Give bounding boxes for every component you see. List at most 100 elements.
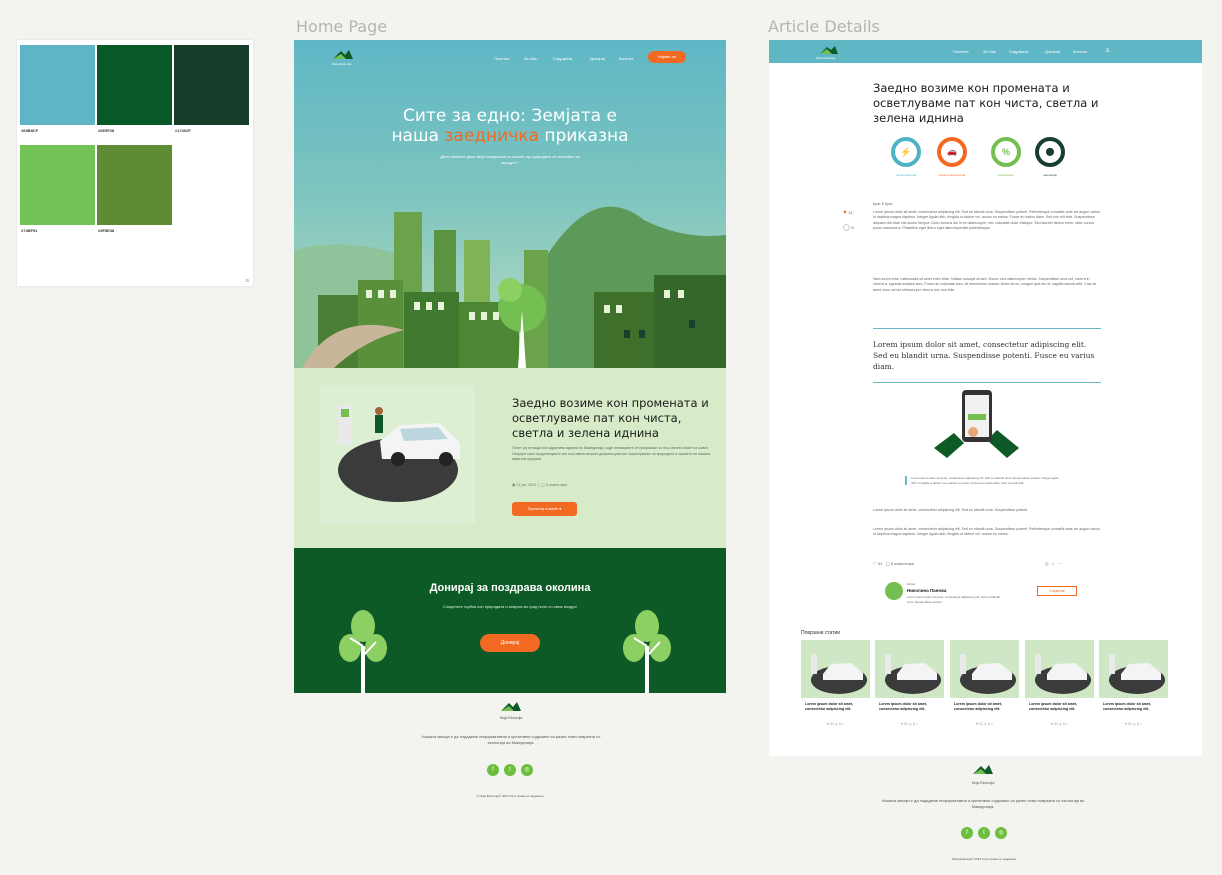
city-illustration — [294, 206, 726, 368]
article-title: Заедно возиме кон промената и осветлувам… — [873, 81, 1099, 125]
nav-about[interactable]: За Нас — [524, 56, 537, 61]
zoom-icon: ⊟ — [245, 278, 249, 283]
related-card-1[interactable]: Lorem ipsum dolor sit amet, consectetur … — [801, 640, 870, 733]
related-image-2 — [875, 640, 944, 698]
related-card-5[interactable]: Lorem ipsum dolor sit amet, consectetur … — [1099, 640, 1168, 733]
phone-illustration — [934, 390, 1019, 458]
swatch-5[interactable] — [97, 145, 172, 225]
read-more-button[interactable]: Прочитај повеќе ● — [512, 502, 577, 516]
article-logo-icon — [820, 46, 838, 54]
ring-label-4: екологија — [1043, 173, 1057, 177]
like-icon[interactable]: ♡ — [873, 561, 877, 566]
article-paragraph-3: Lorem ipsum dolor sit amet, consectetur … — [873, 508, 1029, 512]
article-footer-copyright: Moja Ekoloxija© 2023 Сите права се задрж… — [951, 857, 1017, 861]
article-quote: Lorem ipsum dolor sit amet, consectetur … — [873, 328, 1101, 383]
article-frame-label: Article Details — [768, 17, 880, 36]
lightning-icon: ⚡ — [900, 147, 912, 157]
article-nav-about[interactable]: За Нас — [983, 49, 996, 54]
home-frame-label: Home Page — [296, 17, 388, 36]
related-image-5 — [1099, 640, 1168, 698]
donate-button[interactable]: Донирај — [480, 634, 540, 652]
article-nav-contact[interactable]: Контакт — [1073, 49, 1087, 54]
follow-button[interactable]: Следи ме — [1037, 586, 1077, 596]
related-card-4[interactable]: Lorem ipsum dolor sit amet, consectetur … — [1025, 640, 1094, 733]
related-image-1 — [801, 640, 870, 698]
nav-content[interactable]: Содржина — [553, 56, 572, 61]
comment-icon: ◯ — [541, 483, 546, 487]
ev-charging-illustration — [338, 405, 460, 502]
swatch-5-hex: #5F8E38 — [98, 228, 115, 233]
color-palette-frame[interactable]: #65B8CF #0E5F28 #17402F #74BF51 #5F8E38 … — [17, 40, 253, 286]
swatch-1[interactable] — [20, 45, 95, 125]
image-caption: Lorem ipsum dolor sit amet, consectetur … — [905, 476, 1065, 485]
article-logo-text: Moja Ekoloxija — [816, 56, 836, 60]
swatch-2[interactable] — [97, 45, 172, 125]
article-nav-donate[interactable]: Донирај — [1045, 49, 1060, 54]
swatch-4-hex: #74BF51 — [21, 228, 38, 233]
percent-icon: % — [1001, 147, 1010, 157]
article-footer-logo-icon — [973, 765, 993, 774]
swatch-1-hex: #65B8CF — [21, 128, 39, 133]
related-card-3[interactable]: Lorem ipsum dolor sit amet, consectetur … — [950, 640, 1019, 733]
related-card-2[interactable]: Lorem ipsum dolor sit amet, consectetur … — [875, 640, 944, 733]
instagram-icon[interactable]: ◎ — [521, 764, 533, 776]
ring-label-1: чиста енергија — [895, 173, 917, 177]
related-title: Поврзани статии — [801, 630, 841, 636]
article-footer-text: Нашата мисија е да подадеме информативни… — [881, 798, 1085, 809]
nav-login-button[interactable]: Најави се — [648, 51, 686, 63]
swatch-3[interactable] — [174, 45, 249, 125]
car-icon: 🚗 — [947, 147, 957, 156]
article-nav-content[interactable]: Содржина — [1009, 49, 1028, 54]
ring-sustainability: % — [991, 137, 1021, 167]
article-paragraph-4: Lorem ipsum dolor sit amet, consectetur … — [873, 527, 1101, 537]
footer-logo-icon — [501, 702, 521, 711]
comment-side-icon[interactable]: ◯ 8 — [843, 224, 854, 231]
hero-title: Сите за едно: Земјата е наша заедничка п… — [391, 106, 629, 146]
user-icon[interactable]: ♙ — [1105, 47, 1110, 54]
article-footer-brand: Moja Ekoloxija — [971, 781, 995, 785]
ring-label-2: електрични возила — [938, 173, 966, 177]
ring-label-3: одржливост — [997, 173, 1015, 177]
article-page-frame[interactable]: Moja Ekoloxija Почетна За Нас Содржина Д… — [769, 40, 1202, 756]
footer-copyright: © Moja Ekoloxija© 2023 Сите права се зад… — [476, 794, 544, 798]
footer-brand: Moja Ekoloxija — [499, 716, 523, 720]
hero-section: Moja Ekoloxija Почетна За Нас Содржина Д… — [294, 40, 726, 368]
facebook-icon[interactable]: f — [487, 764, 499, 776]
donate-section: Донирај за поздрава околина Споделете љу… — [294, 548, 726, 693]
article-facebook-icon[interactable]: f — [961, 827, 973, 839]
feature-image-card — [320, 385, 475, 525]
pin-icon: ⬤ — [1045, 147, 1055, 156]
related-image-4 — [1025, 640, 1094, 698]
donate-subtitle: Споделете љубов кон природата и земјата … — [442, 604, 578, 609]
donate-title: Донирај за поздрава околина — [429, 582, 591, 594]
logo-icon — [333, 50, 353, 59]
feature-comments: 5 коментари — [546, 483, 567, 487]
article-actions: ♡ 31 ◯ 8 коментари — [873, 561, 915, 566]
home-page-frame[interactable]: Moja Ekoloxija Почетна За Нас Содржина Д… — [294, 40, 726, 693]
article-paragraph-1: Lorem ipsum dolor sit amet, consectetur … — [873, 210, 1101, 230]
author-short: Брат Б Брат — [873, 202, 893, 206]
author-bio: Lorem ipsum dolor sit amet, consectetur … — [907, 595, 1001, 604]
heart-icon[interactable]: ♥ 31 — [843, 210, 853, 216]
nav-contact[interactable]: Контакт — [619, 56, 633, 61]
feature-date: 01 јан, 2023 — [516, 483, 537, 487]
ring-clean-energy: ⚡ — [891, 137, 921, 167]
nav-donate[interactable]: Донирај — [590, 56, 605, 61]
article-twitter-icon[interactable]: t — [978, 827, 990, 839]
logo-text: Moja Ekoloxija — [332, 62, 352, 66]
swatch-4[interactable] — [20, 145, 95, 225]
avatar — [885, 582, 903, 600]
author-label: Автор — [907, 582, 916, 586]
article-nav-home[interactable]: Почетна — [953, 49, 968, 54]
article-nav-bar: Moja Ekoloxija Почетна За Нас Содржина Д… — [769, 40, 1202, 63]
twitter-icon[interactable]: t — [504, 764, 516, 776]
share-actions[interactable]: ◷ ⌂ ⋯ — [1045, 561, 1062, 566]
calendar-icon: ▣ — [512, 483, 516, 487]
feature-meta: ▣ 01 јан, 2023 | ◯ 5 коментари — [512, 483, 567, 487]
article-instagram-icon[interactable]: ◎ — [995, 827, 1007, 839]
author-name: Николина Панова — [907, 588, 947, 593]
nav-home[interactable]: Почетна — [494, 56, 509, 61]
ring-ecology: ⬤ — [1035, 137, 1065, 167]
comment-bottom-icon[interactable]: ◯ — [886, 561, 890, 566]
tree-left-icon — [339, 610, 387, 693]
